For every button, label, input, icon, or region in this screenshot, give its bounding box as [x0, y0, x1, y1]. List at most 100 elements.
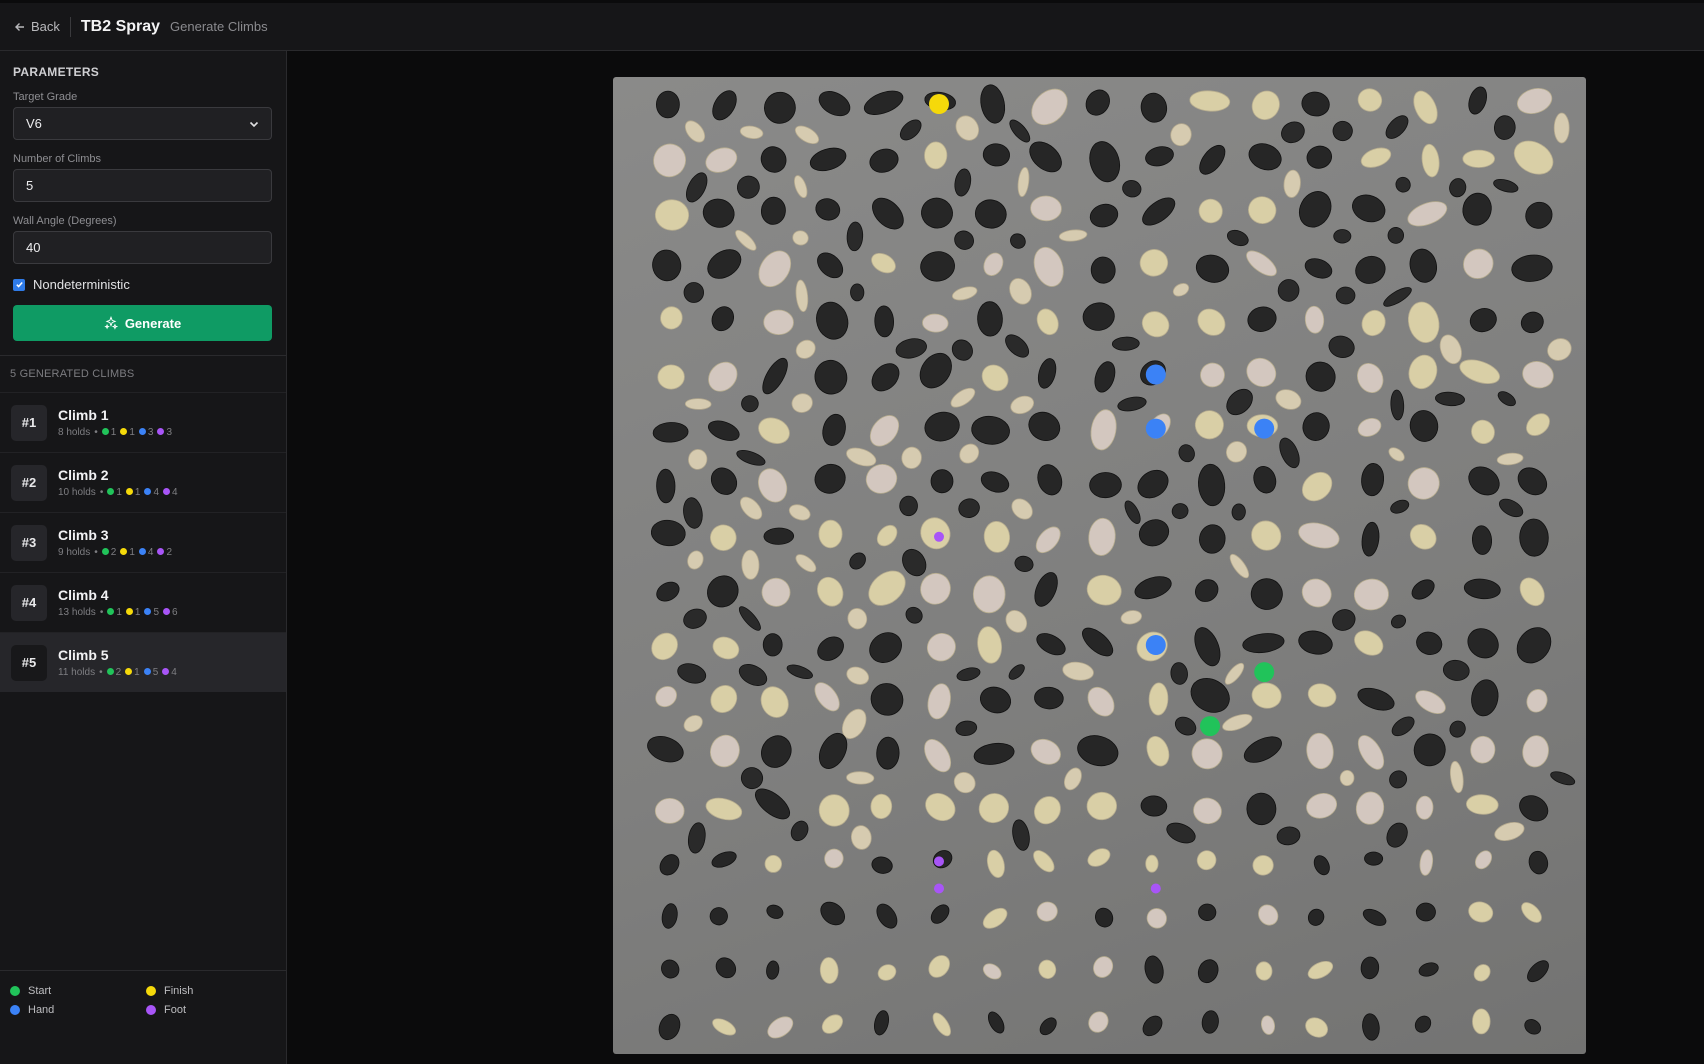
wall-hold[interactable]	[1085, 138, 1124, 185]
wall-hold[interactable]	[1408, 576, 1437, 603]
wall-hold[interactable]	[736, 493, 765, 523]
wall-hold[interactable]	[951, 227, 977, 253]
wall-hold[interactable]	[644, 732, 687, 767]
wall-hold[interactable]	[1035, 357, 1059, 391]
wall-hold[interactable]	[1544, 335, 1575, 365]
wall-hold[interactable]	[1191, 795, 1225, 827]
wall-hold[interactable]	[648, 139, 690, 182]
wall-hold[interactable]	[1255, 961, 1273, 981]
wall-hold[interactable]	[868, 249, 899, 276]
wall-hold[interactable]	[1436, 332, 1465, 367]
wall-hold[interactable]	[1393, 175, 1413, 195]
wall-hold[interactable]	[922, 628, 960, 666]
wall-hold[interactable]	[1133, 465, 1174, 504]
wall-hold[interactable]	[1250, 463, 1279, 496]
wall-hold[interactable]	[1442, 659, 1471, 682]
wall-hold[interactable]	[757, 574, 794, 611]
wall-hold[interactable]	[1037, 1015, 1060, 1038]
wall-hold[interactable]	[1355, 85, 1385, 114]
wall-hold[interactable]	[738, 764, 766, 792]
wall-hold[interactable]	[646, 628, 683, 665]
wall-hold[interactable]	[706, 680, 742, 717]
wall-hold[interactable]	[736, 604, 764, 633]
wall-hold[interactable]	[930, 469, 954, 494]
wall-hold[interactable]	[1361, 1013, 1381, 1041]
wall-hold[interactable]	[1087, 517, 1117, 556]
wall-hold[interactable]	[763, 309, 794, 336]
wall-hold[interactable]	[1006, 662, 1027, 682]
wall-hold[interactable]	[1297, 466, 1338, 506]
wall-hold[interactable]	[1339, 770, 1355, 786]
wall-hold[interactable]	[919, 735, 956, 777]
nondeterministic-checkbox[interactable]	[13, 278, 25, 291]
wall-hold[interactable]	[1197, 463, 1227, 507]
wall-hold[interactable]	[1025, 82, 1075, 132]
wall-hold[interactable]	[850, 824, 873, 850]
wall-hold[interactable]	[1030, 569, 1062, 609]
wall-hold[interactable]	[1447, 718, 1468, 740]
wall-hold[interactable]	[970, 414, 1011, 446]
wall-hold[interactable]	[872, 1009, 891, 1036]
generate-button[interactable]: Generate	[13, 305, 272, 341]
wall-hold[interactable]	[1247, 86, 1285, 125]
wall-hold[interactable]	[657, 364, 685, 390]
wall-hold[interactable]	[815, 86, 854, 120]
climb-list-item[interactable]: #4 Climb 4 13 holds • 1 1 5 6	[0, 572, 286, 632]
wall-hold[interactable]	[1143, 954, 1166, 985]
wall-hold[interactable]	[1353, 731, 1389, 773]
wall-hold[interactable]	[1120, 609, 1143, 626]
wall-hold[interactable]	[867, 358, 905, 396]
wall-hold[interactable]	[1469, 678, 1501, 718]
wall-hold[interactable]	[1387, 227, 1405, 244]
wall-hold[interactable]	[1117, 395, 1148, 413]
wall-hold[interactable]	[1033, 629, 1069, 659]
wall-hold[interactable]	[899, 495, 918, 517]
wall-hold[interactable]	[1524, 957, 1553, 986]
wall-hold[interactable]	[1005, 275, 1035, 308]
wall-hold[interactable]	[1252, 854, 1274, 876]
wall-hold[interactable]	[1273, 386, 1304, 412]
wall-hold[interactable]	[752, 245, 797, 293]
wall-hold[interactable]	[1382, 112, 1412, 143]
wall-hold[interactable]	[925, 682, 954, 721]
wall-hold[interactable]	[1195, 196, 1225, 227]
wall-hold[interactable]	[1121, 178, 1143, 199]
wall-hold[interactable]	[919, 249, 957, 283]
wall-hold[interactable]	[791, 229, 810, 247]
wall-hold[interactable]	[957, 497, 982, 520]
wall-hold[interactable]	[681, 496, 704, 529]
wall-hold[interactable]	[1299, 409, 1333, 444]
wall-hold[interactable]	[922, 409, 963, 445]
wall-hold[interactable]	[807, 144, 848, 175]
wall-hold[interactable]	[1225, 227, 1250, 248]
wall-hold[interactable]	[1002, 606, 1031, 636]
wall-hold[interactable]	[894, 336, 928, 361]
wall-hold[interactable]	[1111, 336, 1140, 351]
wall-hold[interactable]	[1386, 445, 1406, 464]
wall-hold[interactable]	[874, 305, 895, 338]
wall-hold[interactable]	[1305, 732, 1336, 771]
wall-hold[interactable]	[1143, 733, 1173, 769]
wall-hold[interactable]	[876, 962, 899, 983]
wall-hold[interactable]	[1192, 304, 1230, 341]
wall-hold[interactable]	[1249, 576, 1285, 611]
wall-hold[interactable]	[1412, 686, 1450, 718]
wall-hold[interactable]	[707, 904, 731, 928]
wall-hold[interactable]	[973, 788, 1014, 829]
wall-hold[interactable]	[1191, 575, 1222, 606]
wall-hold[interactable]	[925, 951, 954, 981]
wall-hold[interactable]	[1034, 686, 1064, 710]
wall-hold[interactable]	[813, 248, 848, 283]
wall-hold[interactable]	[1139, 1012, 1166, 1039]
wall-hold[interactable]	[1085, 845, 1113, 870]
wall-hold[interactable]	[681, 606, 710, 632]
wall-hold[interactable]	[813, 573, 848, 610]
wall-hold[interactable]	[741, 395, 759, 413]
wall-hold[interactable]	[653, 578, 682, 605]
wall-hold[interactable]	[1033, 306, 1062, 338]
wall-hold[interactable]	[1303, 790, 1339, 822]
wall-hold[interactable]	[1496, 389, 1518, 409]
wall-hold[interactable]	[1084, 572, 1125, 609]
wall-hold[interactable]	[765, 903, 785, 921]
wall-hold[interactable]	[953, 168, 973, 198]
